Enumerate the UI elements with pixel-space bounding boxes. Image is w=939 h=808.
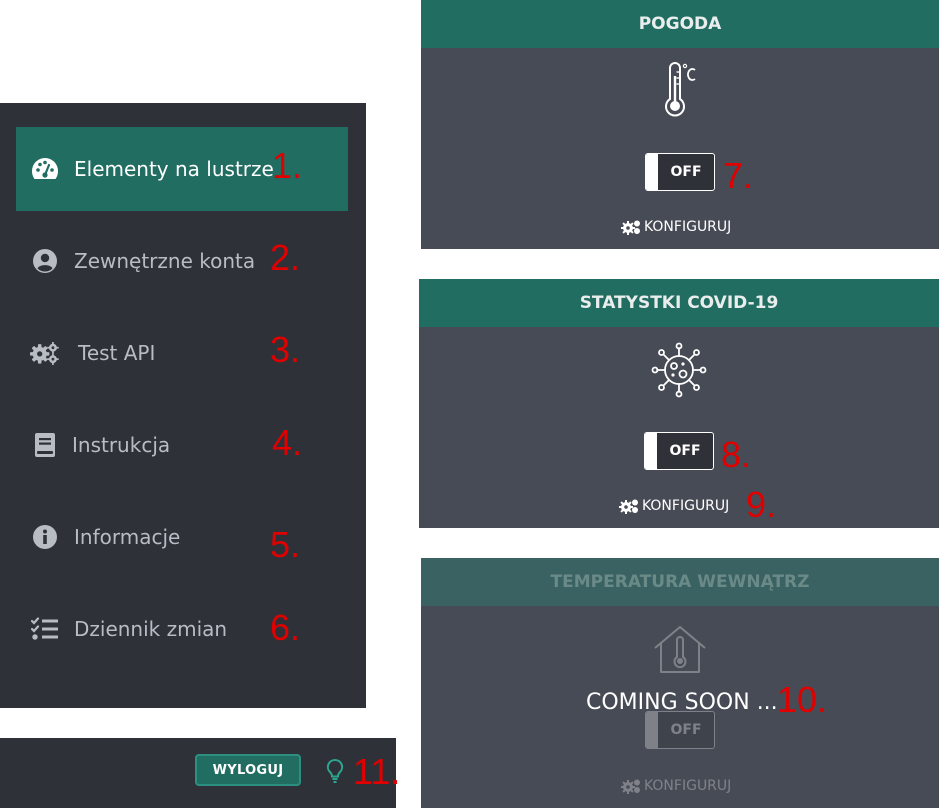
annotation-number: 6. [270, 607, 301, 648]
logout-button[interactable]: WYLOGUJ [195, 754, 301, 786]
bottom-bar: WYLOGUJ 11. [0, 738, 400, 808]
sidebar-item-label: Dziennik zmian [74, 617, 228, 641]
covid-config-link[interactable]: KONFIGURUJ [619, 498, 729, 514]
toggle-state: OFF [670, 722, 702, 738]
annotation-number: 3. [270, 329, 301, 370]
widget-title: STATYSTKI COVID-19 [419, 279, 939, 327]
book-icon [30, 430, 60, 460]
config-label: KONFIGURUJ [642, 498, 730, 514]
annotation-number: 2. [270, 237, 301, 278]
widget-title: TEMPERATURA WEWNĄTRZ [421, 558, 939, 606]
annotation-number: 5. [270, 524, 301, 565]
info-circle-icon [30, 522, 60, 552]
annotation-number: 10. [777, 679, 828, 720]
indoor-temperature-widget: TEMPERATURA WEWNĄTRZ OFF KONFIGURUJ COMI… [421, 558, 939, 808]
sidebar-item-label: Instrukcja [72, 433, 171, 457]
weather-config-link[interactable]: KONFIGURUJ [621, 219, 731, 235]
cogs-icon [30, 338, 60, 368]
coming-soon-overlay: COMING SOON ... [586, 690, 778, 715]
sidebar-item-label: Zewnętrzne konta [74, 249, 256, 273]
toggle-state: OFF [669, 443, 701, 459]
sidebar: Elementy na lustrze 1. Zewnętrzne konta … [0, 103, 366, 708]
config-label: KONFIGURUJ [644, 219, 732, 235]
annotation-number: 4. [272, 422, 303, 463]
toggle-knob [645, 433, 657, 469]
weather-toggle[interactable]: OFF [645, 153, 715, 191]
app-canvas: Elementy na lustrze 1. Zewnętrzne konta … [0, 0, 939, 808]
dashboard-icon [30, 154, 60, 184]
sidebar-item-label: Test API [78, 341, 156, 365]
cogs-icon [621, 220, 640, 235]
annotation-number: 7. [723, 155, 754, 196]
covid-widget: STATYSTKI COVID-19 OFF 8. KONFIGURUJ 9. [419, 279, 939, 528]
covid-toggle[interactable]: OFF [644, 432, 714, 470]
virus-icon [650, 341, 708, 403]
weather-widget: POGODA OFF 7. KONFIGURUJ [421, 0, 939, 249]
widget-title: POGODA [421, 0, 939, 48]
toggle-knob [646, 154, 658, 190]
house-thermometer-icon [651, 624, 709, 680]
toggle-knob [646, 712, 658, 748]
annotation-number: 9. [746, 484, 777, 525]
user-circle-icon [30, 246, 60, 276]
indoor-temperature-config-link: KONFIGURUJ [621, 778, 731, 794]
sidebar-item-label: Elementy na lustrze [74, 157, 274, 181]
annotation-number: 11. [353, 751, 401, 792]
lightbulb-icon[interactable] [325, 758, 347, 786]
toggle-state: OFF [670, 164, 702, 180]
tasks-list-icon [30, 614, 60, 644]
config-label: KONFIGURUJ [644, 778, 732, 794]
cogs-icon [621, 779, 640, 794]
cogs-icon [619, 499, 638, 514]
sidebar-item-label: Informacje [74, 525, 181, 549]
annotation-number: 1. [272, 145, 303, 186]
indoor-temperature-toggle: OFF [645, 711, 715, 749]
annotation-number: 8. [721, 434, 752, 475]
thermometer-celsius-icon [662, 62, 698, 124]
